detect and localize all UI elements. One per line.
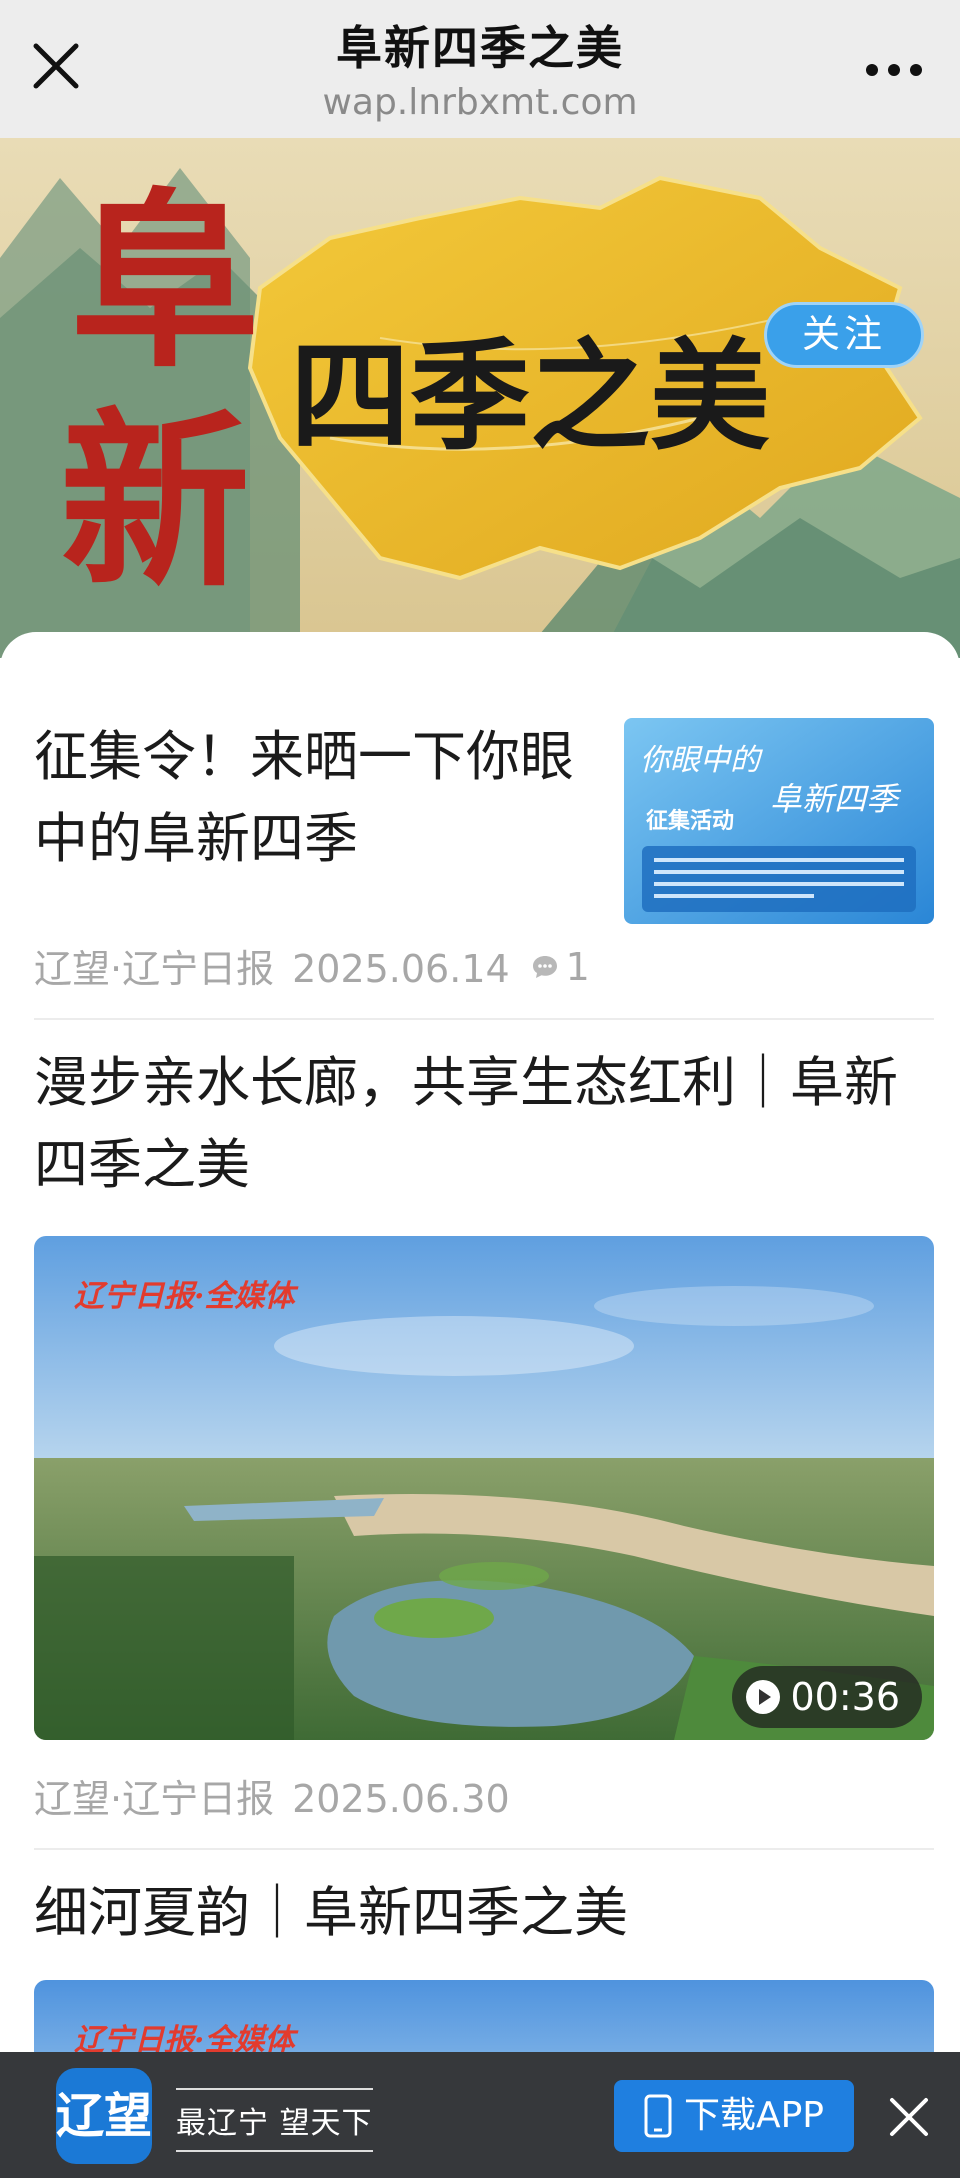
page-url: wap.lnrbxmt.com: [322, 82, 638, 123]
article-date: 2025.06.14: [292, 947, 510, 991]
banner-title-vertical-1: 阜: [70, 170, 260, 393]
article-title[interactable]: 征集令！来晒一下你眼中的阜新四季: [34, 716, 594, 880]
phone-icon: [644, 2094, 672, 2138]
article-date: 2025.06.30: [292, 1777, 510, 1821]
page-title: 阜新四季之美: [336, 21, 624, 75]
app-slogan: 最辽宁 望天下: [176, 2088, 373, 2152]
article-source: 辽望·辽宁日报: [34, 1777, 275, 1821]
download-app-button[interactable]: 下载APP: [614, 2080, 854, 2152]
top-nav-bar: 阜新四季之美 wap.lnrbxmt.com: [0, 0, 960, 138]
column-banner: 阜 新 四季之美 关注: [0, 138, 960, 658]
thumb-subheading: 阜新四季: [770, 780, 902, 818]
article-source: 辽望·辽宁日报: [34, 947, 275, 991]
thumb-heading: 你眼中的: [640, 743, 763, 778]
thumb-tag: 征集活动: [646, 808, 734, 834]
article-meta: 辽望·辽宁日报 2025.06.14 1: [34, 938, 590, 993]
article-list: 征集令！来晒一下你眼中的阜新四季 你眼中的 阜新四季 征集活动 辽望·辽宁日报 2…: [0, 632, 960, 2178]
comment-icon: [532, 956, 557, 978]
app-download-bar: 辽望 最辽宁 望天下 下载APP: [0, 2052, 960, 2178]
close-banner-icon[interactable]: [888, 2096, 930, 2138]
banner-illustration: 阜 新 四季之美: [0, 138, 960, 658]
follow-button[interactable]: 关注: [764, 302, 924, 368]
divider: [34, 1018, 934, 1020]
banner-title-vertical-2: 新: [60, 390, 250, 613]
video-watermark: 辽宁日报·全媒体: [74, 1279, 299, 1314]
article-thumbnail[interactable]: 你眼中的 阜新四季 征集活动: [624, 718, 934, 924]
divider: [34, 1848, 934, 1850]
article-video-cover[interactable]: 辽宁日报·全媒体 00:36: [34, 1236, 934, 1740]
more-menu-icon[interactable]: [864, 60, 924, 80]
app-logo: 辽望: [56, 2068, 152, 2164]
video-duration-badge: 00:36: [732, 1666, 922, 1728]
article-meta: 辽望·辽宁日报 2025.06.30: [34, 1768, 510, 1823]
article-title[interactable]: 细河夏韵｜阜新四季之美: [34, 1872, 934, 1954]
article-title[interactable]: 漫步亲水长廊，共享生态红利｜阜新四季之美: [34, 1042, 934, 1206]
comment-count[interactable]: 1: [530, 945, 590, 989]
banner-title-horizontal: 四季之美: [290, 326, 770, 467]
play-icon: [746, 1680, 781, 1714]
